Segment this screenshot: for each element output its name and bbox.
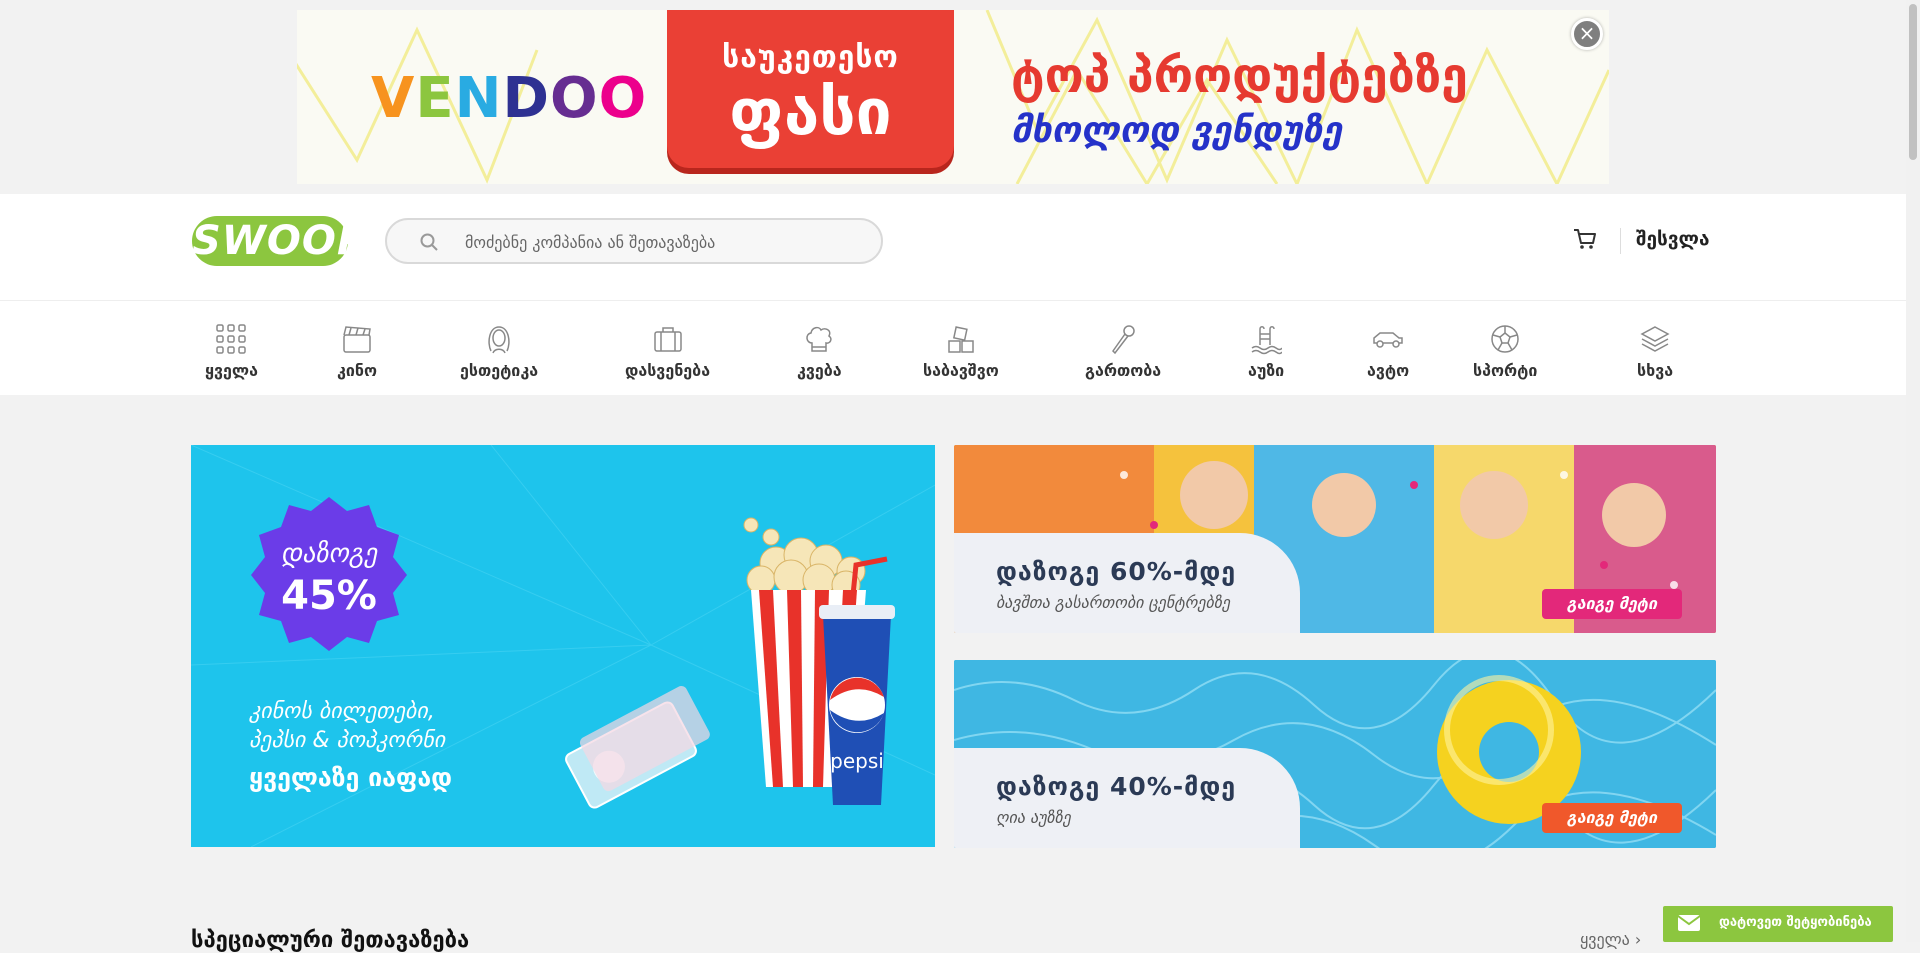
discount-badge: დაზოგე 45% xyxy=(249,493,409,657)
category-other[interactable]: სხვა xyxy=(1637,323,1673,380)
learn-more-button[interactable]: გაიგე მეტი xyxy=(1542,589,1682,619)
category-label: ესთეტიკა xyxy=(460,361,539,380)
scrollbar-thumb[interactable] xyxy=(1909,4,1917,160)
pool-ladder-icon xyxy=(1251,326,1283,355)
header-divider xyxy=(1620,228,1621,254)
mail-icon xyxy=(1677,915,1701,931)
category-kids[interactable]: საბავშვო xyxy=(923,323,999,380)
promo-title: დაზოგე 40%-მდე xyxy=(996,772,1237,801)
ad-headline1: ტოპ პროდუქტებზე xyxy=(1011,48,1468,104)
soccer-ball-icon xyxy=(1491,325,1519,353)
promo-title: დაზოგე 60%-მდე xyxy=(996,557,1237,586)
section-title: სპეციალური შეთავაზება xyxy=(191,928,470,953)
search-box[interactable] xyxy=(385,218,883,264)
learn-more-button[interactable]: გაიგე მეტი xyxy=(1542,803,1682,833)
promo-line3: ყველაზე იაფად xyxy=(249,763,453,792)
chef-hat-icon xyxy=(806,326,832,352)
category-food[interactable]: კვება xyxy=(797,323,842,380)
category-bar: ყველა კინო ესთეტიკა დასვენება კვება საბა… xyxy=(0,301,1906,395)
microphone-icon xyxy=(1112,325,1135,355)
see-all-link[interactable]: ყველა › xyxy=(1580,930,1641,949)
car-icon xyxy=(1373,332,1403,348)
clapperboard-icon xyxy=(343,326,371,353)
close-ad-icon[interactable]: × xyxy=(1571,18,1603,50)
category-cinema[interactable]: კინო xyxy=(337,323,377,380)
swoop-logo[interactable]: SWOOP xyxy=(192,216,366,266)
ad-headline2: მხოლოდ ვენდუზე xyxy=(1011,110,1343,151)
promo-cinema[interactable]: დაზოგე 45% კინოს ბილეთები, პეპსი & პოპკო… xyxy=(191,445,935,847)
cart-icon[interactable] xyxy=(1572,226,1598,252)
category-label: კინო xyxy=(337,361,378,380)
grid-icon xyxy=(216,324,247,354)
category-label: დასვენება xyxy=(625,361,711,380)
category-label: კვება xyxy=(797,361,842,380)
promo-card: დაზოგე 60%-მდე ბავშთა გასართობი ცენტრებზ… xyxy=(954,533,1300,633)
category-label: ავტო xyxy=(1367,361,1410,380)
category-pool[interactable]: აუზი xyxy=(1248,323,1284,380)
leave-message-button[interactable]: დატოვეთ შეტყობინება xyxy=(1663,906,1893,942)
pepsi-label: pepsi xyxy=(830,749,884,773)
search-input[interactable] xyxy=(463,220,867,264)
category-label: გართობა xyxy=(1085,361,1162,380)
category-auto[interactable]: ავტო xyxy=(1367,323,1409,380)
toy-blocks-icon xyxy=(948,326,974,353)
promo-kids[interactable]: დაზოგე 60%-მდე ბავშთა გასართობი ცენტრებზ… xyxy=(954,445,1716,633)
promo-pool[interactable]: დაზოგე 40%-მდე ღია აუზზე გაიგე მეტი xyxy=(954,660,1716,848)
promo-subtitle: ღია აუზზე xyxy=(996,808,1071,827)
site-header: SWOOP შესვლა xyxy=(0,194,1906,301)
layers-icon xyxy=(1640,326,1670,352)
tag-line2: ფასი xyxy=(729,76,892,150)
tag-line1: საუკეთესო xyxy=(722,40,899,75)
promo-card: დაზოგე 40%-მდე ღია აუზზე xyxy=(954,748,1300,848)
category-label: სპორტი xyxy=(1473,361,1538,380)
popcorn-pepsi-illustration: pepsi xyxy=(565,517,895,809)
category-label: ყველა xyxy=(205,361,258,380)
suitcase-icon xyxy=(653,327,682,352)
category-label: საბავშვო xyxy=(923,361,999,380)
ad-banner[interactable]: VENDOO საუკეთესო ფასი ტოპ პროდუქტებზე მხ… xyxy=(297,10,1609,184)
category-aesthetics[interactable]: ესთეტიკა xyxy=(460,323,538,380)
promo-line1: კინოს ბილეთები, xyxy=(249,699,435,724)
category-all[interactable]: ყველა xyxy=(205,323,258,380)
category-label: აუზი xyxy=(1248,361,1285,380)
category-label: სხვა xyxy=(1637,361,1674,380)
badge-line1: დაზოგე xyxy=(280,539,378,569)
vendoo-logo: VENDOO xyxy=(371,66,648,131)
category-vacation[interactable]: დასვენება xyxy=(625,323,710,380)
leave-message-label: დატოვეთ შეტყობინება xyxy=(1719,915,1872,930)
search-icon xyxy=(420,233,438,251)
best-price-tag: საუკეთესო ფასი xyxy=(667,10,954,168)
login-link[interactable]: შესვლა xyxy=(1636,228,1710,250)
category-sport[interactable]: სპორტი xyxy=(1473,323,1537,380)
category-entertainment[interactable]: გართობა xyxy=(1085,323,1161,380)
promo-subtitle: ბავშთა გასართობი ცენტრებზე xyxy=(996,593,1230,612)
woman-face-icon xyxy=(488,326,510,354)
promo-line2: პეპსი & პოპკორნი xyxy=(249,728,446,753)
badge-percent: 45% xyxy=(281,573,377,619)
